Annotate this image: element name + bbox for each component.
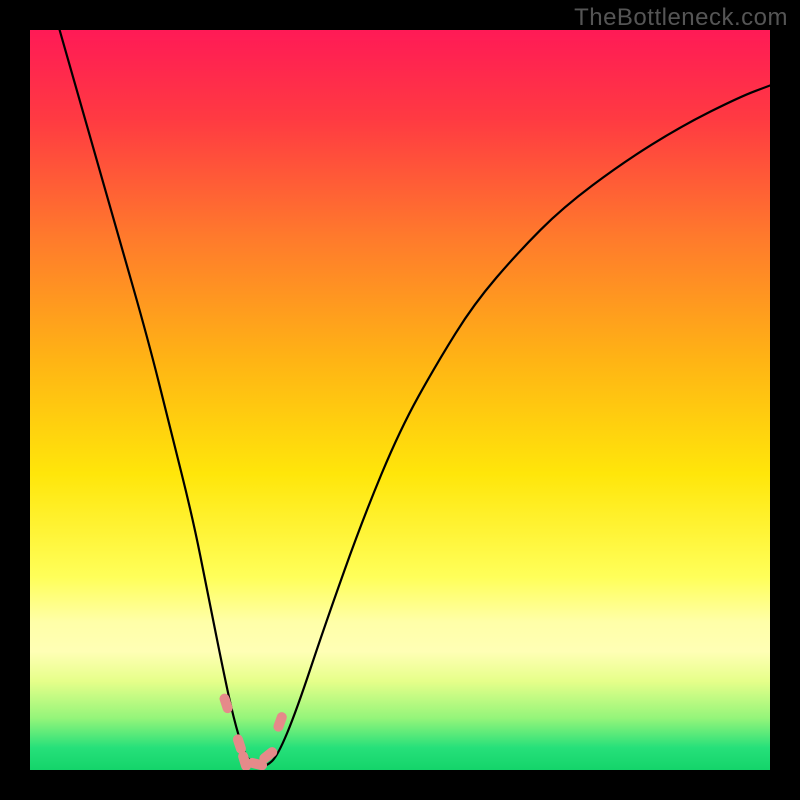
chart-container: TheBottleneck.com <box>0 0 800 800</box>
plot-area <box>30 30 770 770</box>
watermark-text: TheBottleneck.com <box>574 4 788 32</box>
chart-svg <box>30 30 770 770</box>
